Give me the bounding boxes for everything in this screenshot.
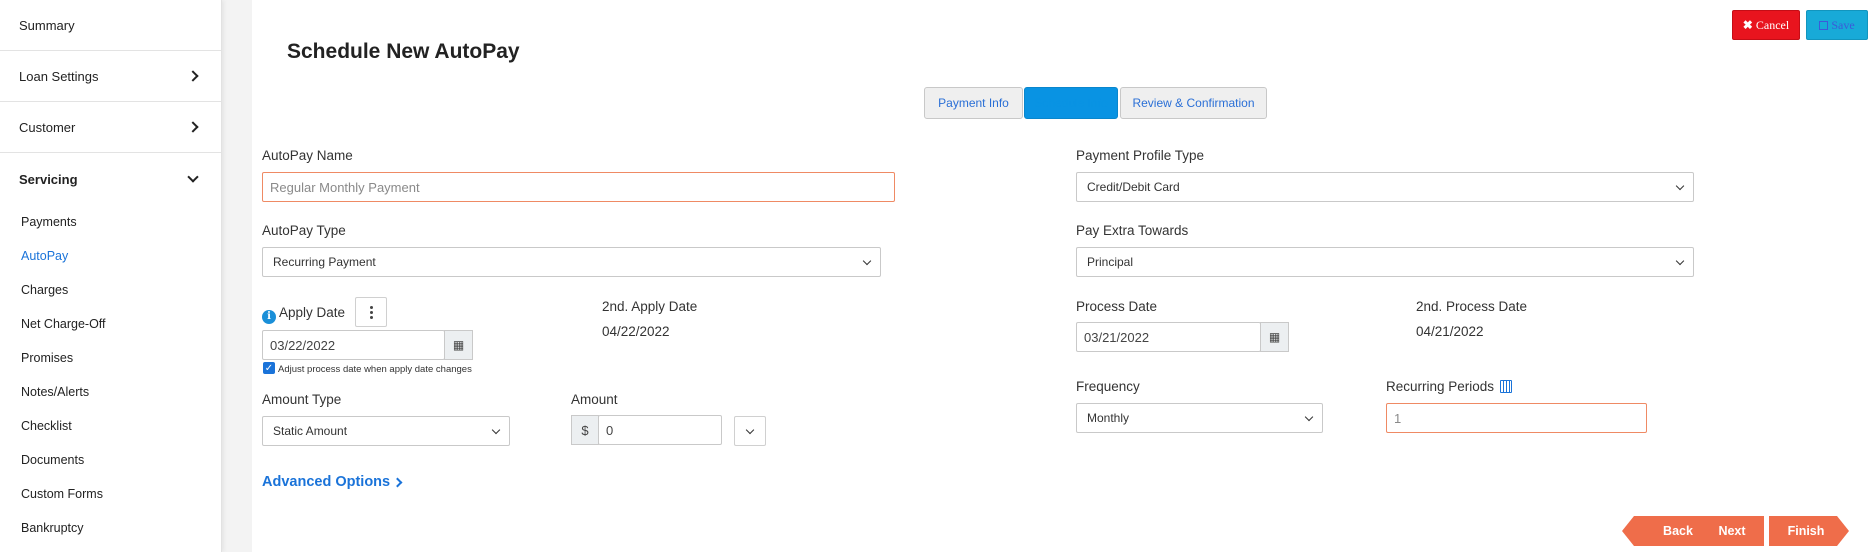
calendar-icon: ▦ — [452, 338, 465, 352]
pay-extra-towards-label: Pay Extra Towards — [1076, 223, 1189, 238]
process-date-input[interactable]: 03/21/2022 — [1076, 322, 1261, 352]
save-button[interactable]: Save — [1806, 10, 1868, 40]
info-icon[interactable]: i — [262, 309, 276, 324]
sidebar-item-label: Summary — [19, 17, 75, 33]
sidebar-item-payments[interactable]: Payments — [0, 205, 221, 239]
adjust-process-date-checkbox[interactable]: ✓ — [263, 362, 275, 374]
next-button[interactable]: Next — [1700, 516, 1764, 546]
recurring-periods-input[interactable]: 1 — [1386, 403, 1647, 433]
autopay-name-input[interactable]: Regular Monthly Payment — [262, 172, 895, 202]
chevron-down-icon — [745, 425, 755, 434]
chevron-right-icon — [187, 121, 199, 133]
amount-label: Amount — [571, 392, 618, 407]
apply-date-input[interactable]: 03/22/2022 — [262, 330, 445, 360]
autopay-type-label: AutoPay Type — [262, 223, 346, 238]
sidebar-item-label: Servicing — [19, 171, 78, 187]
pay-extra-towards-select[interactable]: Principal — [1076, 247, 1694, 277]
calculator-icon[interactable] — [1499, 380, 1512, 393]
sidebar: Summary Loan Settings Customer Servicing… — [0, 0, 222, 552]
chevron-right-icon — [187, 70, 199, 82]
sidebar-item-label: Customer — [19, 119, 76, 135]
save-button-label: Save — [1831, 17, 1855, 32]
process-date-calendar-button[interactable]: ▦ — [1260, 322, 1289, 352]
process-date-label: Process Date — [1076, 299, 1158, 314]
finish-button[interactable]: Finish — [1769, 516, 1849, 546]
sidebar-item-loan-settings[interactable]: Loan Settings — [0, 51, 221, 102]
sidebar-item-label: Loan Settings — [19, 68, 99, 84]
autopay-type-value: Recurring Payment — [273, 255, 376, 269]
frequency-select[interactable]: Monthly — [1076, 403, 1323, 433]
amount-type-value: Static Amount — [273, 424, 348, 438]
sidebar-item-customer[interactable]: Customer — [0, 102, 221, 153]
tab-review-confirmation[interactable]: Review & Confirmation — [1120, 87, 1267, 119]
calendar-icon: ▦ — [1268, 330, 1281, 344]
advanced-options-link[interactable]: Advanced Options — [262, 474, 403, 490]
autopay-type-select[interactable]: Recurring Payment — [262, 247, 881, 277]
dot — [369, 310, 373, 314]
sidebar-item-custom-forms[interactable]: Custom Forms — [0, 477, 221, 511]
chevron-down-icon — [862, 256, 872, 265]
apply-date-label: i Apply Date — [262, 305, 345, 324]
payment-profile-type-select[interactable]: Credit/Debit Card — [1076, 172, 1694, 202]
amount-type-select[interactable]: Static Amount — [262, 416, 510, 446]
chevron-down-icon — [1675, 181, 1685, 190]
tab-schedule-info[interactable]: Schedule Info — [1024, 87, 1118, 119]
cancel-button-label: Cancel — [1755, 17, 1790, 32]
payment-profile-type-value: Credit/Debit Card — [1087, 180, 1180, 194]
sidebar-item-documents[interactable]: Documents — [0, 443, 221, 477]
dot — [369, 305, 373, 309]
sidebar-item-notes-alerts[interactable]: Notes/Alerts — [0, 375, 221, 409]
frequency-label: Frequency — [1076, 379, 1140, 394]
apply-date-label-text: Apply Date — [279, 305, 346, 320]
sidebar-item-charges[interactable]: Charges — [0, 273, 221, 307]
sidebar-item-promises[interactable]: Promises — [0, 341, 221, 375]
sidebar-item-net-charge-off[interactable]: Net Charge-Off — [0, 307, 221, 341]
amount-type-label: Amount Type — [262, 392, 342, 407]
dot — [369, 315, 373, 319]
servicing-submenu: Payments AutoPay Charges Net Charge-Off … — [0, 205, 221, 545]
autopay-name-label: AutoPay Name — [262, 148, 353, 163]
page-title: Schedule New AutoPay — [287, 40, 520, 63]
sidebar-item-bankruptcy[interactable]: Bankruptcy — [0, 511, 221, 545]
recurring-periods-label: Recurring Periods — [1386, 379, 1512, 394]
sidebar-item-servicing[interactable]: Servicing — [0, 153, 221, 205]
advanced-options-label: Advanced Options — [262, 474, 391, 490]
amount-input[interactable]: 0 — [598, 415, 722, 445]
apply-date-options-button[interactable] — [355, 297, 387, 327]
back-button-label: Back — [1663, 524, 1693, 538]
second-process-date-value: 04/21/2022 — [1416, 324, 1484, 339]
floppy-disk-icon — [1819, 20, 1829, 30]
payment-profile-type-label: Payment Profile Type — [1076, 148, 1205, 163]
chevron-down-icon — [1675, 256, 1685, 265]
apply-date-calendar-button[interactable]: ▦ — [444, 330, 473, 360]
currency-prefix: $ — [571, 415, 599, 445]
sidebar-item-checklist[interactable]: Checklist — [0, 409, 221, 443]
sidebar-item-summary[interactable]: Summary — [0, 0, 221, 51]
chevron-down-icon — [491, 425, 501, 434]
chevron-right-icon — [392, 477, 403, 487]
second-apply-date-value: 04/22/2022 — [602, 324, 670, 339]
finish-button-label: Finish — [1787, 524, 1825, 538]
chevron-down-icon — [1304, 412, 1314, 421]
sidebar-item-autopay[interactable]: AutoPay — [0, 239, 221, 273]
adjust-process-date-label: Adjust process date when apply date chan… — [278, 364, 472, 375]
amount-options-dropdown[interactable] — [734, 416, 766, 446]
chevron-down-icon — [187, 171, 199, 183]
close-icon: ✖ — [1742, 17, 1753, 32]
pay-extra-towards-value: Principal — [1087, 255, 1134, 269]
second-apply-date-label: 2nd. Apply Date — [602, 299, 698, 314]
tab-payment-info[interactable]: Payment Info — [924, 87, 1023, 119]
frequency-value: Monthly — [1087, 411, 1130, 425]
recurring-periods-label-text: Recurring Periods — [1386, 379, 1495, 394]
cancel-button[interactable]: ✖ Cancel — [1732, 10, 1800, 40]
second-process-date-label: 2nd. Process Date — [1416, 299, 1528, 314]
